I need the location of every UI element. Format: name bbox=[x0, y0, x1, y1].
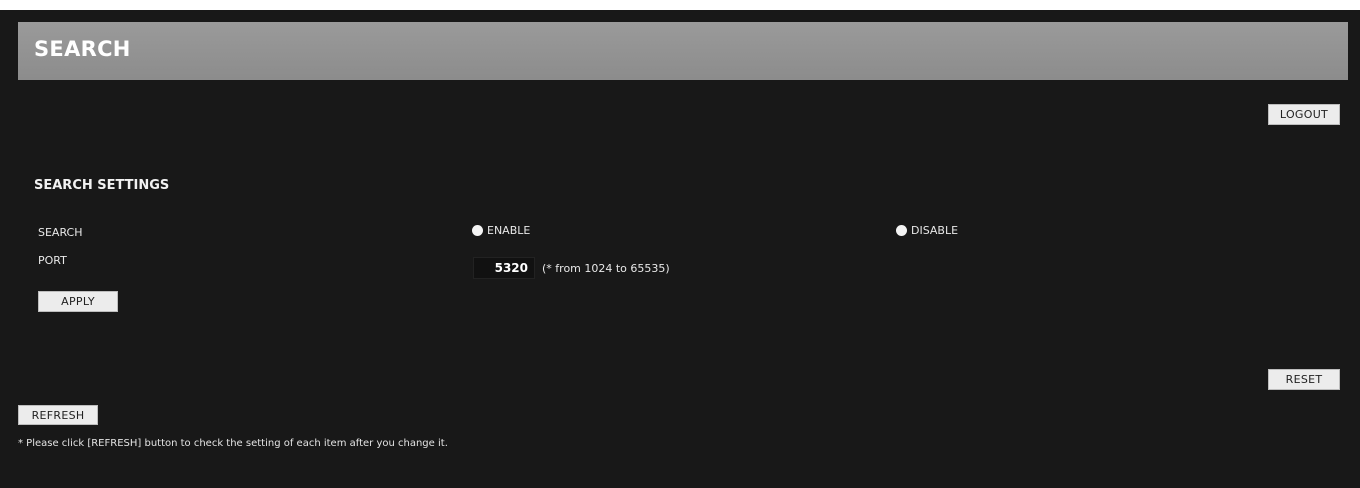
section-title: SEARCH SETTINGS bbox=[34, 178, 170, 193]
disable-radio[interactable]: DISABLE bbox=[896, 224, 958, 237]
radio-icon bbox=[472, 225, 483, 236]
refresh-button[interactable]: REFRESH bbox=[18, 405, 98, 425]
port-range-hint: (* from 1024 to 65535) bbox=[542, 262, 670, 275]
header-bar: SEARCH bbox=[18, 22, 1348, 80]
port-label: PORT bbox=[38, 254, 67, 267]
refresh-note: * Please click [REFRESH] button to check… bbox=[18, 438, 448, 449]
main-window: SEARCH LOGOUT SEARCH SETTINGS SEARCH ENA… bbox=[0, 10, 1360, 488]
port-input[interactable] bbox=[473, 257, 535, 279]
radio-icon bbox=[896, 225, 907, 236]
apply-button[interactable]: APPLY bbox=[38, 291, 118, 312]
logout-button[interactable]: LOGOUT bbox=[1268, 104, 1340, 125]
enable-radio-label: ENABLE bbox=[487, 224, 531, 237]
disable-radio-label: DISABLE bbox=[911, 224, 959, 237]
reset-button[interactable]: RESET bbox=[1268, 369, 1340, 390]
enable-radio[interactable]: ENABLE bbox=[472, 224, 530, 237]
search-label: SEARCH bbox=[38, 226, 83, 239]
page-title: SEARCH bbox=[34, 37, 131, 61]
